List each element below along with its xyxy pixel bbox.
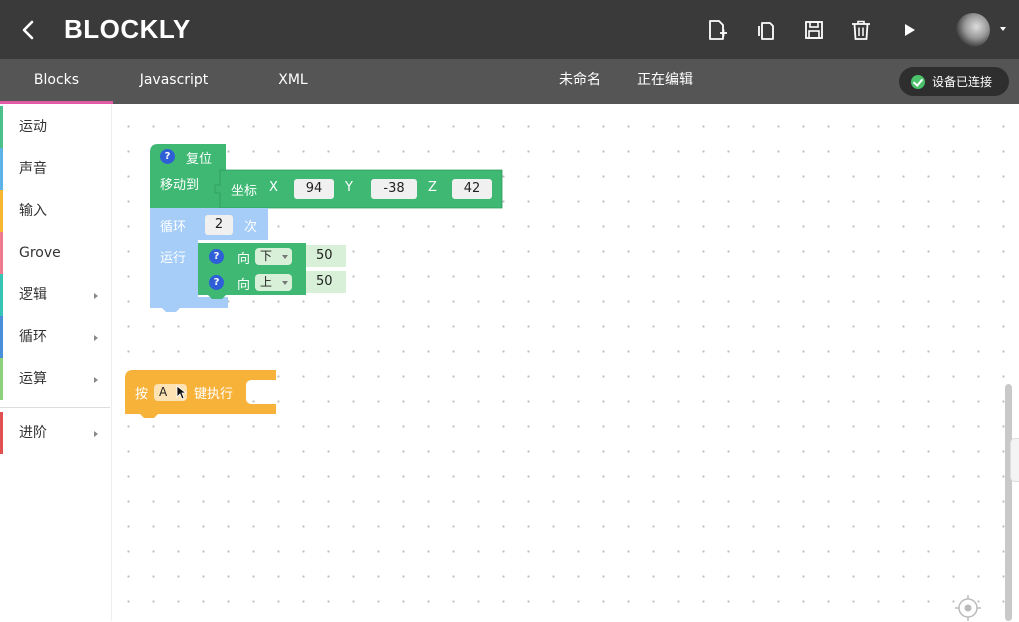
- y-axis-label: Y: [345, 180, 353, 195]
- key-exec-suffix-label: 键执行: [194, 387, 234, 402]
- z-axis-label: Z: [428, 180, 437, 195]
- move-up-block-label[interactable]: 向: [237, 274, 250, 293]
- key-exec-prefix-label[interactable]: 按: [135, 383, 148, 402]
- collapse-panel-handle[interactable]: [1010, 438, 1019, 482]
- amount-field[interactable]: 50: [316, 274, 333, 289]
- recenter-icon[interactable]: [954, 594, 982, 622]
- z-value-field[interactable]: 42: [452, 179, 492, 199]
- coordinate-block-label[interactable]: 坐标: [231, 180, 257, 199]
- mouse-cursor-icon: [176, 385, 186, 400]
- direction-value: 上: [260, 275, 273, 289]
- chevron-down-icon: [282, 281, 288, 285]
- help-icon[interactable]: ?: [209, 275, 224, 290]
- key-value: A: [159, 385, 168, 399]
- loop-run-label: 运行: [160, 251, 187, 266]
- loop-count-field[interactable]: 2: [205, 215, 233, 235]
- block-shapes: [125, 144, 503, 418]
- help-icon[interactable]: ?: [209, 249, 224, 264]
- chevron-down-icon: [282, 255, 288, 259]
- vertical-scrollbar[interactable]: [1005, 384, 1012, 621]
- help-icon[interactable]: ?: [160, 149, 175, 164]
- direction-dropdown[interactable]: 下: [255, 248, 292, 265]
- x-axis-label: X: [269, 180, 278, 195]
- loop-suffix-label: 次: [244, 220, 258, 235]
- move-to-block-label[interactable]: 移动到: [160, 174, 199, 193]
- y-value-field[interactable]: -38: [371, 179, 417, 199]
- amount-field[interactable]: 50: [316, 248, 333, 263]
- direction-dropdown[interactable]: 上: [255, 274, 292, 291]
- loop-block-label[interactable]: 循环: [160, 216, 186, 235]
- direction-value: 下: [260, 249, 273, 263]
- x-value-field[interactable]: 94: [294, 179, 334, 199]
- reset-block-label[interactable]: 复位: [186, 148, 212, 167]
- move-down-block-label[interactable]: 向: [237, 248, 250, 267]
